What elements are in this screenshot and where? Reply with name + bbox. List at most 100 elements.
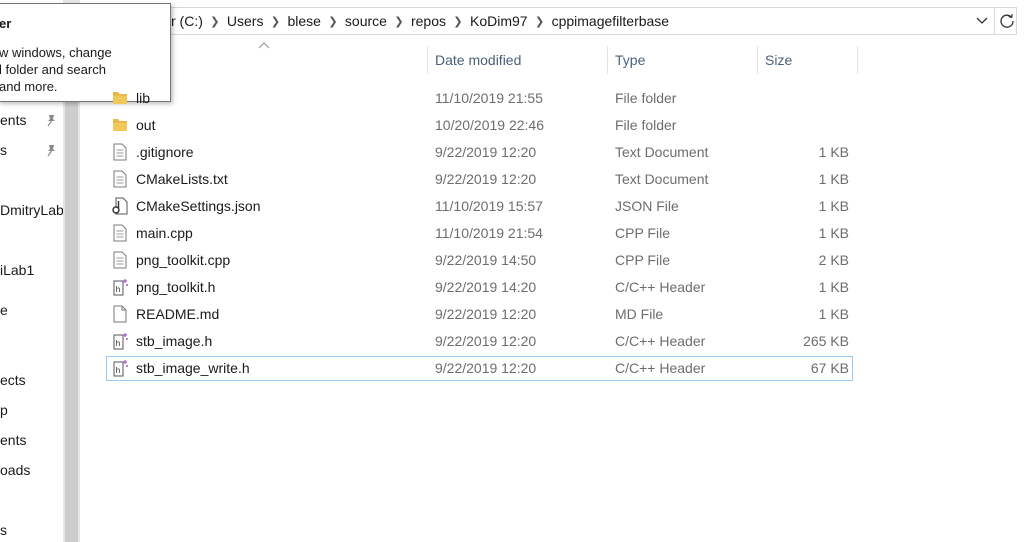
file-date: 9/22/2019 12:20	[435, 144, 537, 160]
breadcrumb-item-users[interactable]: Users	[227, 13, 264, 29]
column-divider[interactable]	[757, 46, 758, 74]
tooltip-title: er	[0, 16, 12, 31]
file-date: 9/22/2019 12:20	[435, 306, 537, 322]
nav-scroll-thumb[interactable]	[65, 100, 78, 542]
svg-text:h: h	[116, 285, 121, 294]
file-name: lib	[136, 90, 151, 106]
breadcrumb-item-repos[interactable]: repos	[411, 13, 446, 29]
history-dropdown-button[interactable]	[973, 11, 991, 31]
file-date: 11/10/2019 21:54	[435, 225, 543, 241]
file-date: 11/10/2019 15:57	[435, 198, 543, 214]
nav-item-desktop[interactable]: p	[0, 398, 8, 422]
header-file-icon: h	[113, 279, 128, 296]
file-size: 1 KB	[818, 144, 849, 160]
file-type: Text Document	[615, 171, 709, 187]
breadcrumb-item-user[interactable]: blese	[287, 13, 320, 29]
refresh-icon	[1000, 14, 1014, 28]
file-type: JSON File	[615, 198, 679, 214]
svg-text:h: h	[116, 339, 121, 348]
breadcrumb-item-owner[interactable]: KoDim97	[470, 13, 528, 29]
text-file-icon	[113, 170, 127, 188]
header-file-icon: h	[113, 333, 128, 350]
file-size: 1 KB	[818, 171, 849, 187]
file-date: 11/10/2019 21:55	[435, 90, 543, 106]
column-divider[interactable]	[607, 46, 608, 74]
nav-item-onedrive[interactable]: e	[0, 298, 8, 322]
chevron-right-icon[interactable]: ❯	[321, 15, 345, 28]
text-file-icon	[113, 143, 127, 161]
file-row[interactable]: CMakeSettings.json 11/10/2019 15:57 JSON…	[106, 194, 853, 219]
svg-text:h: h	[116, 366, 121, 375]
file-row[interactable]: h png_toolkit.h 9/22/2019 14:20 C/C++ He…	[106, 275, 853, 300]
chevron-right-icon[interactable]: ❯	[446, 15, 470, 28]
pin-icon[interactable]	[44, 113, 58, 127]
nav-item-videos[interactable]: s	[0, 518, 7, 542]
chevron-down-icon	[976, 17, 988, 24]
file-name: .gitignore	[136, 144, 194, 160]
column-header-size[interactable]: Size	[765, 46, 792, 74]
chevron-right-icon[interactable]: ❯	[263, 15, 287, 28]
file-type: Text Document	[615, 144, 709, 160]
file-row[interactable]: CMakeLists.txt 9/22/2019 12:20 Text Docu…	[106, 167, 853, 192]
chevron-right-icon[interactable]: ❯	[203, 15, 227, 28]
file-row[interactable]: lib 11/10/2019 21:55 File folder	[106, 86, 853, 111]
file-name: png_toolkit.cpp	[136, 252, 231, 268]
pin-icon[interactable]	[44, 143, 58, 157]
nav-item-dmitrylab[interactable]: DmitryLab	[0, 198, 63, 222]
file-type: File folder	[615, 117, 677, 133]
file-size: 265 KB	[803, 333, 849, 349]
file-date: 9/22/2019 14:20	[435, 279, 537, 295]
file-name: stb_image_write.h	[136, 360, 250, 376]
column-divider[interactable]	[857, 46, 858, 74]
file-type: File folder	[615, 90, 677, 106]
column-header-type[interactable]: Type	[615, 46, 645, 74]
file-type: CPP File	[615, 225, 670, 241]
file-name: CMakeSettings.json	[136, 198, 261, 214]
breadcrumb-item-current[interactable]: cppimagefilterbase	[552, 13, 670, 29]
nav-item-3d-objects[interactable]: ects	[0, 368, 26, 392]
json-file-icon	[112, 197, 128, 215]
address-divider	[994, 8, 995, 34]
breadcrumb-item-source[interactable]: source	[345, 13, 387, 29]
file-size: 2 KB	[818, 252, 849, 268]
file-row[interactable]: README.md 9/22/2019 12:20 MD File 1 KB	[106, 302, 853, 327]
text-file-icon	[113, 251, 127, 269]
file-row[interactable]: h stb_image.h 9/22/2019 12:20 C/C++ Head…	[106, 329, 853, 354]
nav-item-quick-access-2[interactable]: s	[0, 138, 7, 162]
header-file-icon: h	[113, 360, 128, 377]
file-row[interactable]: out 10/20/2019 22:46 File folder	[106, 113, 853, 138]
file-name: png_toolkit.h	[136, 279, 216, 295]
file-name: README.md	[136, 306, 220, 322]
breadcrumb: r (C:) ❯ Users ❯ blese ❯ source ❯ repos …	[171, 8, 669, 34]
file-name: main.cpp	[136, 225, 193, 241]
column-header-date[interactable]: Date modified	[435, 46, 521, 74]
address-bar[interactable]: r (C:) ❯ Users ❯ blese ❯ source ❯ repos …	[150, 7, 1017, 35]
file-date: 9/22/2019 12:20	[435, 171, 537, 187]
file-size: 1 KB	[818, 279, 849, 295]
nav-item-documents[interactable]: ents	[0, 428, 26, 452]
text-file-icon	[113, 224, 127, 242]
file-size: 1 KB	[818, 198, 849, 214]
file-type: C/C++ Header	[615, 360, 706, 376]
file-name: stb_image.h	[136, 333, 213, 349]
file-type: CPP File	[615, 252, 670, 268]
chevron-right-icon[interactable]: ❯	[528, 15, 552, 28]
nav-item-quick-access-1[interactable]: ents	[0, 108, 26, 132]
file-row[interactable]: main.cpp 11/10/2019 21:54 CPP File 1 KB	[106, 221, 853, 246]
navigation-pane: ents s DmitryLab iLab1 e ects p ents oad…	[0, 100, 63, 542]
file-date: 9/22/2019 14:50	[435, 252, 537, 268]
file-date: 9/22/2019 12:20	[435, 360, 537, 376]
nav-item-ilab1[interactable]: iLab1	[0, 258, 34, 282]
file-name: CMakeLists.txt	[136, 171, 228, 187]
column-divider[interactable]	[427, 46, 428, 74]
file-row[interactable]: .gitignore 9/22/2019 12:20 Text Document…	[106, 140, 853, 165]
breadcrumb-item-drive[interactable]: r (C:)	[171, 13, 203, 29]
file-row-selected[interactable]: h stb_image_write.h 9/22/2019 12:20 C/C+…	[106, 356, 853, 381]
file-row[interactable]: png_toolkit.cpp 9/22/2019 14:50 CPP File…	[106, 248, 853, 273]
chevron-right-icon[interactable]: ❯	[387, 15, 411, 28]
file-name: out	[136, 117, 156, 133]
blank-file-icon	[113, 305, 127, 323]
nav-item-downloads[interactable]: oads	[0, 458, 30, 482]
tooltip-text: and more.	[0, 79, 58, 94]
refresh-button[interactable]	[998, 11, 1016, 31]
